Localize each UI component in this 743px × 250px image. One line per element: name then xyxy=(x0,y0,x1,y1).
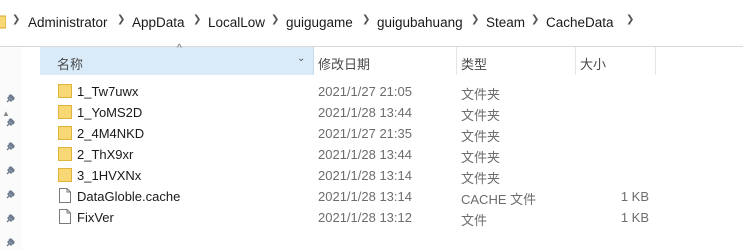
file-type: 文件夹 xyxy=(461,108,501,123)
address-bar[interactable]: ❯ Administrator ❯ AppData ❯ LocalLow ❯ g… xyxy=(0,0,743,47)
breadcrumb-item-administrator[interactable]: Administrator xyxy=(28,15,108,30)
file-date: 2021/1/27 21:35 xyxy=(318,126,412,141)
file-date: 2021/1/28 13:14 xyxy=(318,189,412,204)
file-name: 1_Tw7uwx xyxy=(77,84,139,99)
column-header-label: 类型 xyxy=(461,57,488,72)
file-name: 2_ThX9xr xyxy=(77,147,134,162)
file-row[interactable]: 2_4M4NKD 2021/1/27 21:35 文件夹 xyxy=(40,123,700,144)
chevron-down-icon[interactable]: ⌄ xyxy=(297,53,305,64)
file-name: 2_4M4NKD xyxy=(77,126,145,141)
navigation-pane[interactable]: ▲ xyxy=(0,47,22,250)
chevron-right-icon[interactable]: ❯ xyxy=(271,14,279,25)
chevron-right-icon[interactable]: ❯ xyxy=(362,14,370,25)
folder-icon xyxy=(58,84,72,98)
file-name: DataGloble.cache xyxy=(77,189,181,204)
chevron-right-icon[interactable]: ❯ xyxy=(471,14,479,25)
chevron-right-icon[interactable]: ❯ xyxy=(12,14,20,25)
file-date: 2021/1/28 13:14 xyxy=(318,168,412,183)
breadcrumb-item-cachedata[interactable]: CacheData xyxy=(546,15,614,30)
file-name: FixVer xyxy=(77,210,114,225)
chevron-right-icon[interactable]: ❯ xyxy=(626,14,634,25)
file-icon xyxy=(59,188,71,203)
breadcrumb-item-guigugame[interactable]: guigugame xyxy=(286,15,353,30)
file-type: 文件夹 xyxy=(461,150,501,165)
file-row[interactable]: 3_1HVXNx 2021/1/28 13:14 文件夹 xyxy=(40,165,700,186)
breadcrumb-item-appdata[interactable]: AppData xyxy=(132,15,185,30)
chevron-right-icon[interactable]: ❯ xyxy=(117,14,125,25)
column-header-label: 修改日期 xyxy=(318,57,371,72)
folder-icon xyxy=(58,105,72,119)
column-header-label: 大小 xyxy=(580,57,607,72)
folder-icon xyxy=(58,168,72,182)
column-header-size[interactable]: 大小 xyxy=(575,47,656,75)
column-header-label: 名称 xyxy=(57,57,84,72)
file-row[interactable]: 1_YoMS2D 2021/1/28 13:44 文件夹 xyxy=(40,102,700,123)
pin-icon[interactable] xyxy=(5,165,16,176)
breadcrumb-item-locallow[interactable]: LocalLow xyxy=(208,15,265,30)
breadcrumb-item-steam[interactable]: Steam xyxy=(486,15,525,30)
file-type: 文件 xyxy=(461,213,488,228)
chevron-right-icon[interactable]: ❯ xyxy=(193,14,201,25)
file-date: 2021/1/28 13:44 xyxy=(318,105,412,120)
column-header-type[interactable]: 类型 xyxy=(456,47,576,75)
file-row[interactable]: DataGloble.cache 2021/1/28 13:14 CACHE 文… xyxy=(40,186,700,207)
pin-icon[interactable] xyxy=(5,237,16,248)
file-date: 2021/1/28 13:44 xyxy=(318,147,412,162)
file-type: 文件夹 xyxy=(461,171,501,186)
folder-icon xyxy=(0,15,6,29)
file-type: 文件夹 xyxy=(461,87,501,102)
file-name: 1_YoMS2D xyxy=(77,105,143,120)
column-header-name[interactable]: ^ 名称 ⌄ xyxy=(40,43,314,75)
chevron-right-icon[interactable]: ❯ xyxy=(531,14,539,25)
file-icon xyxy=(59,209,71,224)
pin-icon[interactable] xyxy=(5,189,16,200)
breadcrumb-item-guigubahuang[interactable]: guigubahuang xyxy=(377,15,463,30)
column-header-date[interactable]: 修改日期 xyxy=(313,47,457,75)
pin-icon[interactable] xyxy=(5,141,16,152)
file-size: 1 KB xyxy=(620,189,649,204)
file-size: 1 KB xyxy=(620,210,649,225)
pin-icon[interactable] xyxy=(5,213,16,224)
folder-icon xyxy=(58,126,72,140)
file-row[interactable]: 2_ThX9xr 2021/1/28 13:44 文件夹 xyxy=(40,144,700,165)
pin-icon[interactable] xyxy=(5,117,16,128)
file-row[interactable]: FixVer 2021/1/28 13:12 文件 1 KB xyxy=(40,207,700,228)
sort-ascending-icon: ^ xyxy=(177,43,182,54)
file-type: CACHE 文件 xyxy=(461,192,537,207)
folder-icon xyxy=(58,147,72,161)
file-row[interactable]: 1_Tw7uwx 2021/1/27 21:05 文件夹 xyxy=(40,81,700,102)
file-name: 3_1HVXNx xyxy=(77,168,142,183)
file-date: 2021/1/27 21:05 xyxy=(318,84,412,99)
file-date: 2021/1/28 13:12 xyxy=(318,210,412,225)
pin-icon[interactable] xyxy=(5,93,16,104)
file-type: 文件夹 xyxy=(461,129,501,144)
